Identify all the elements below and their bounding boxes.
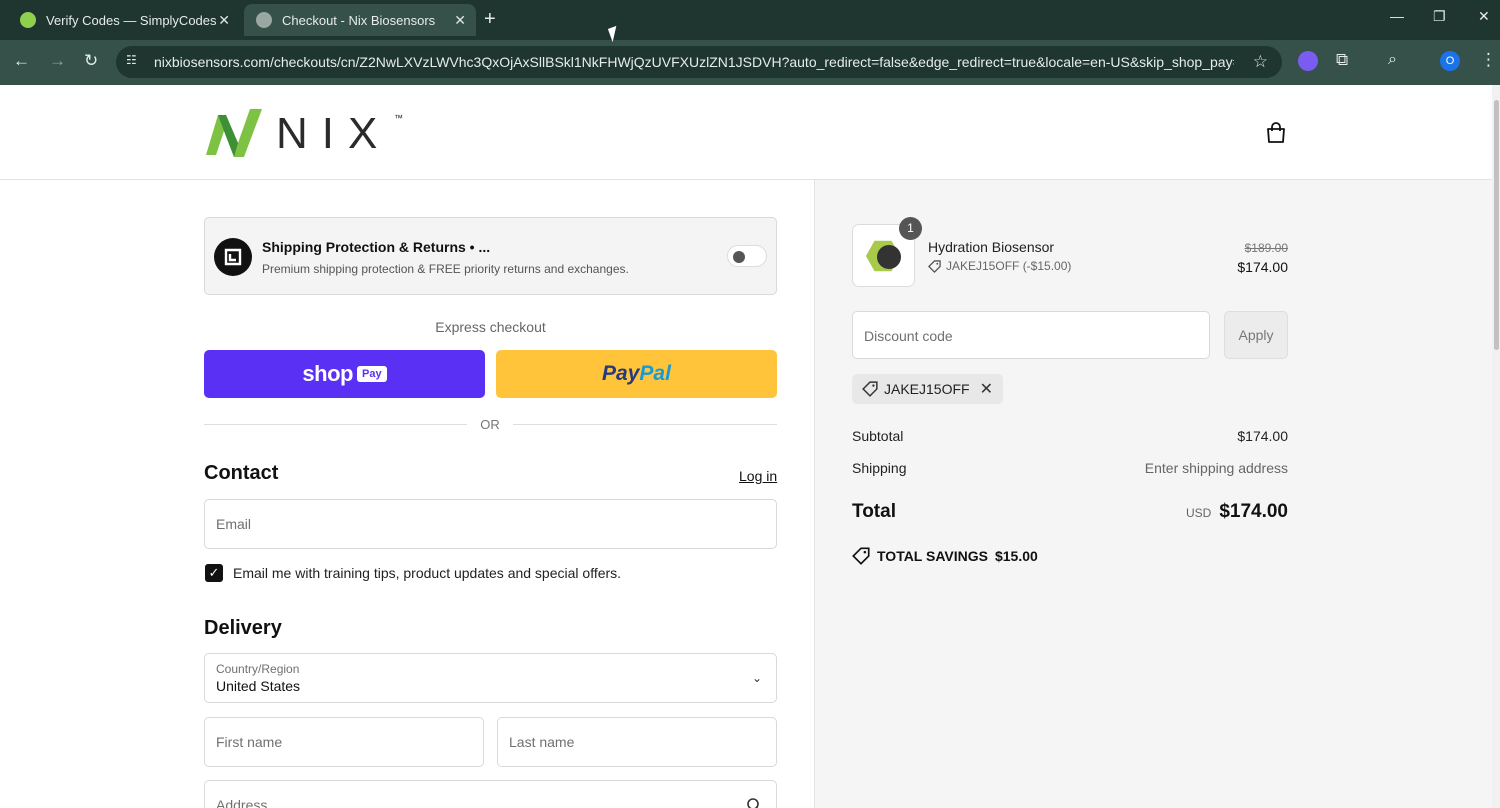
tab-nix-checkout[interactable]: Checkout - Nix Biosensors ✕ [244,4,476,36]
site-info-icon[interactable]: ☷ [126,53,142,69]
product-discount-text: JAKEJ15OFF (-$15.00) [946,259,1072,273]
toggle-knob [733,251,745,263]
applied-discount-chip: JAKEJ15OFF ✕ [852,374,1003,404]
new-tab-icon[interactable]: + [484,8,496,31]
tab-title: Verify Codes — SimplyCodes [46,12,217,28]
protection-logo-icon [214,238,252,276]
first-name-field[interactable]: First name [204,717,484,767]
extensions-puzzle-icon[interactable]: ⧉ [1336,50,1356,70]
marketing-label: Email me with training tips, product upd… [233,565,622,581]
paypal-button[interactable]: Pay Pal [496,350,777,398]
last-name-placeholder: Last name [509,734,575,750]
tab-simplycodes[interactable]: Verify Codes — SimplyCodes ✕ [8,4,240,36]
delivery-heading: Delivery [204,617,282,639]
discount-code-field[interactable]: Discount code [852,311,1210,359]
nix-logo-mark-icon [206,109,262,157]
url-text[interactable]: nixbiosensors.com/checkouts/cn/Z2NwLXVzL… [154,54,1234,70]
reload-icon[interactable]: ↻ [84,51,98,71]
minimize-icon[interactable]: — [1390,8,1404,24]
apply-button[interactable]: Apply [1224,311,1288,359]
country-value: United States [216,678,301,694]
tag-icon [862,381,878,397]
trademark: ™ [394,113,403,123]
shipping-protection-card: Shipping Protection & Returns • ... Prem… [204,217,777,295]
nix-logo[interactable]: NIX ™ [204,105,404,160]
applied-code: JAKEJ15OFF [884,381,970,397]
address-bar: ← → ↻ ☷ nixbiosensors.com/checkouts/cn/Z… [0,40,1500,85]
shipping-label: Shipping [852,460,907,476]
country-select[interactable]: Country/Region United States ⌄ [204,653,777,703]
email-placeholder: Email [216,516,252,532]
product-discount: JAKEJ15OFF (-$15.00) [928,259,1071,273]
tag-icon [852,547,870,565]
total-savings: TOTAL SAVINGS $15.00 [852,547,1038,565]
forward-icon[interactable]: → [49,51,66,71]
simplycodes-favicon-icon [20,12,36,28]
back-icon[interactable]: ← [13,51,30,71]
product-name: Hydration Biosensor [928,239,1055,255]
url-box[interactable]: ☷ nixbiosensors.com/checkouts/cn/Z2NwLXV… [116,46,1282,78]
subtotal-label: Subtotal [852,428,904,444]
total-label: Total [852,501,896,522]
store-header: NIX ™ [0,85,1492,180]
search-icon [747,798,759,808]
currency-code: USD [1185,506,1212,520]
address-placeholder: Address [216,797,268,808]
country-label: Country/Region [216,662,300,676]
discount-placeholder: Discount code [864,328,953,344]
remove-discount-icon[interactable]: ✕ [980,379,993,399]
first-name-placeholder: First name [216,734,283,750]
subtotal-value: $174.00 [1237,428,1288,444]
logo-wordmark: NIX [276,109,392,158]
scrollbar-thumb[interactable] [1494,100,1499,350]
extension-simplycodes-icon[interactable] [1298,51,1318,71]
checkout-page: NIX ™ Shipping Protection & Returns • ..… [0,85,1492,808]
product-disc-icon [877,245,901,269]
browser-menu-icon[interactable]: ⋮ [1480,50,1497,70]
close-tab-icon[interactable]: ✕ [218,12,230,29]
divider-right [513,424,777,425]
log-in-link[interactable]: Log in [739,468,777,484]
globe-favicon-icon [256,12,272,28]
protection-toggle[interactable] [727,245,767,267]
shopping-bag-icon[interactable] [1265,122,1287,144]
shop-pay-wordmark: shop [302,361,353,386]
tag-icon [928,259,941,273]
bookmark-star-icon[interactable]: ☆ [1253,52,1268,72]
quantity-badge: 1 [899,217,922,240]
original-price: $189.00 [1244,241,1288,255]
express-checkout-label: Express checkout [435,319,546,335]
protection-title: Shipping Protection & Returns • ... [262,239,491,255]
order-summary-pane [814,180,1492,808]
paypal-wordmark-2: Pal [639,362,671,385]
marketing-checkbox[interactable]: ✓ [205,564,223,582]
address-field[interactable]: Address [204,780,777,808]
or-separator: OR [480,417,500,432]
shop-pay-button[interactable]: shop Pay [204,350,485,398]
savings-label: TOTAL SAVINGS [877,548,988,564]
restore-icon[interactable]: ❐ [1433,8,1446,25]
product-price: $174.00 [1237,259,1288,275]
last-name-field[interactable]: Last name [497,717,777,767]
protection-subtitle: Premium shipping protection & FREE prior… [262,262,629,276]
divider-left [204,424,467,425]
tab-title: Checkout - Nix Biosensors [282,12,436,28]
close-tab-icon[interactable]: ✕ [454,12,466,29]
shop-pay-badge: Pay [356,366,387,382]
chevron-down-icon: ⌄ [751,671,762,685]
shipping-value: Enter shipping address [1144,460,1288,476]
email-field[interactable]: Email [204,499,777,549]
shipping-row: Shipping Enter shipping address [852,460,1288,476]
browser-tab-bar: Verify Codes — SimplyCodes ✕ Checkout - … [0,0,1500,40]
savings-value: $15.00 [994,548,1038,564]
tab-search-icon[interactable]: ⌕ [1388,51,1408,71]
profile-avatar[interactable]: O [1440,51,1460,71]
subtotal-row: Subtotal $174.00 [852,428,1288,444]
paypal-wordmark-1: Pay [602,362,640,385]
contact-heading: Contact [204,462,279,484]
total-row: Total USD $174.00 [852,501,1288,523]
close-window-icon[interactable]: ✕ [1478,8,1490,25]
total-value: $174.00 [1219,501,1288,522]
